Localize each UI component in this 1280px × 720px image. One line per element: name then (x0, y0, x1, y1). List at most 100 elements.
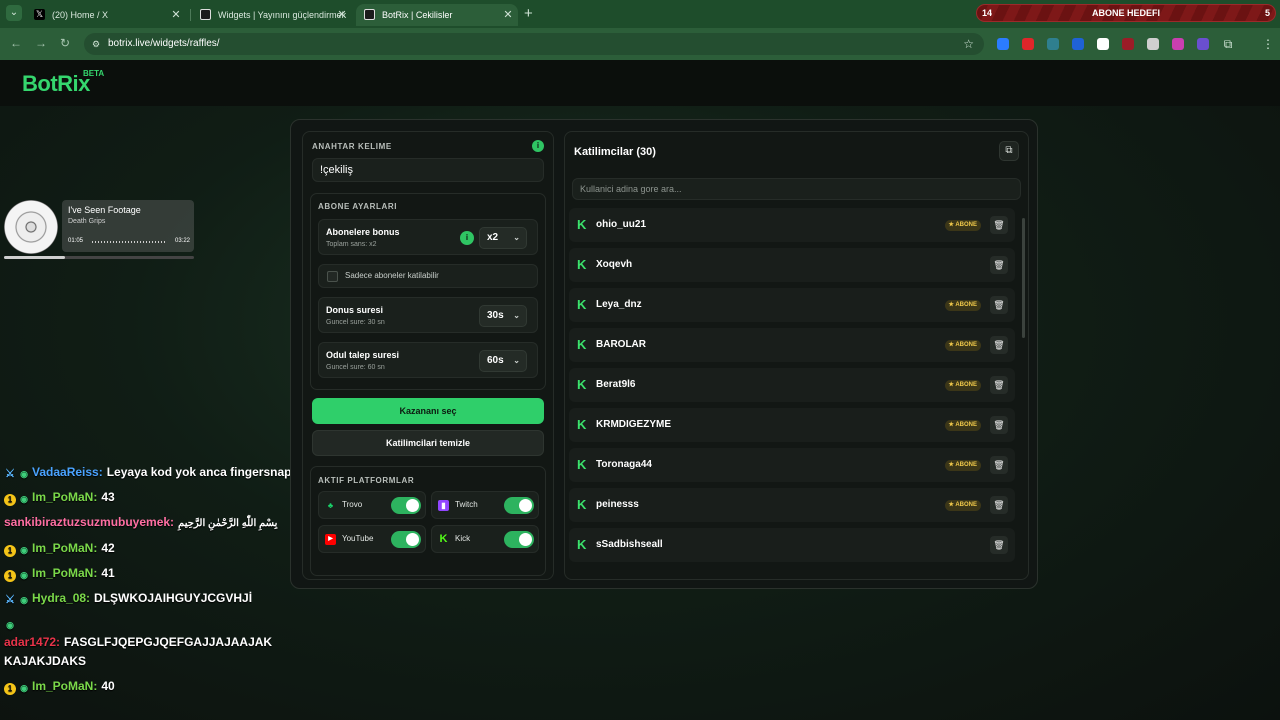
subscriber-badge: ★ ABONE (944, 340, 981, 351)
participant-row[interactable]: K BAROLAR ★ ABONE 🗑 (569, 328, 1015, 362)
back-icon[interactable]: ← (10, 36, 22, 50)
chat-text: بِسْمِ اللّٰهِ الرَّحْمٰنِ الرَّحِيمِ (178, 518, 278, 529)
participant-list-scrollbar[interactable] (1022, 218, 1025, 338)
participant-name: peinesss (596, 499, 639, 510)
participant-name: Leya_dnz (596, 299, 642, 310)
address-bar-row: ← → ↻ ⚙ botrix.live/widgets/raffles/ ☆ (0, 28, 1280, 60)
pick-winner-button[interactable]: Kazananı seç (312, 398, 544, 424)
extension-icon[interactable] (1022, 38, 1034, 50)
participant-row[interactable]: K Toronaga44 ★ ABONE 🗑 (569, 448, 1015, 482)
delete-participant-icon[interactable]: 🗑 (990, 536, 1008, 554)
chat-text: 40 (101, 679, 115, 693)
close-tab-icon[interactable]: ✕ (502, 4, 514, 26)
chat-message: ◉ adar1472: FASGLFJQEPGJQEFGAJJAJAAJAK KAJ… (4, 614, 304, 671)
subscriber-settings: ABONE AYARLARI Abonelere bonus Toplam sa… (310, 193, 546, 390)
delete-participant-icon[interactable]: 🗑 (990, 336, 1008, 354)
forward-icon[interactable]: → (35, 36, 47, 50)
extensions-puzzle-icon[interactable]: ⧉ (1222, 38, 1234, 50)
delete-participant-icon[interactable]: 🗑 (990, 296, 1008, 314)
kick-icon: K (577, 417, 587, 432)
keyword-input[interactable]: !çekiliş (312, 158, 544, 182)
bonus-time-select[interactable]: 30s ⌄ (479, 305, 527, 327)
youtube-toggle[interactable] (391, 531, 421, 548)
page: BotRix BETA I've Seen Footage Death Grip… (0, 60, 1280, 720)
participant-search-input[interactable]: Kullanici adina gore ara... (572, 178, 1021, 200)
platform-kick: K Kick (431, 525, 539, 553)
clear-participants-button[interactable]: Katilimcilari temizle (312, 430, 544, 456)
reload-icon[interactable]: ↻ (60, 36, 70, 50)
chat-username: Im_PoMaN: (32, 541, 98, 555)
bookmark-star-icon[interactable]: ☆ (963, 33, 974, 55)
extension-icon[interactable] (1097, 38, 1109, 50)
platform-name: YouTube (342, 534, 374, 543)
tab-botrix-raffles[interactable]: BotRix | Cekilisler ✕ (356, 4, 518, 26)
kick-toggle[interactable] (504, 531, 534, 548)
subscriber-badge: ★ ABONE (944, 220, 981, 231)
track-card: I've Seen Footage Death Grips 01:05 03:2… (62, 200, 194, 252)
info-icon[interactable]: i (460, 231, 474, 245)
close-tab-icon[interactable]: ✕ (336, 4, 348, 26)
delete-participant-icon[interactable]: 🗑 (990, 456, 1008, 474)
participant-name: Toronaga44 (596, 459, 652, 470)
subscriber-settings-label: ABONE AYARLARI (318, 202, 398, 211)
goal-target: 5 (1264, 8, 1270, 18)
subscriber-badge-label: ABONE (955, 422, 977, 428)
delete-participant-icon[interactable]: 🗑 (990, 216, 1008, 234)
participant-row[interactable]: Kpeinesss ★ ABONE 🗑 (569, 488, 1015, 522)
extension-icon[interactable] (1147, 38, 1159, 50)
eye-badge-icon: ◉ (6, 620, 14, 630)
extension-icon[interactable] (1122, 38, 1134, 50)
participant-row[interactable]: K Xoqevh 🗑 (569, 248, 1015, 282)
new-tab-icon[interactable]: + (524, 5, 533, 22)
delete-participant-icon[interactable]: 🗑 (990, 376, 1008, 394)
chat-message: ⚔ ◉ Hydra_08: DLŞWKOJAIHGUYJCGVHJİ (4, 589, 304, 608)
chat-username: Im_PoMaN: (32, 679, 98, 693)
extension-icon[interactable] (1197, 38, 1209, 50)
participant-row[interactable]: K Leya_dnz ★ ABONE 🗑 (569, 288, 1015, 322)
extension-icon[interactable] (1047, 38, 1059, 50)
delete-participant-icon[interactable]: 🗑 (990, 416, 1008, 434)
info-icon[interactable]: i (532, 140, 544, 152)
botrix-favicon-icon (200, 9, 211, 20)
copy-icon[interactable]: ⧉ (999, 141, 1019, 161)
extension-icon[interactable] (997, 38, 1009, 50)
toggle-knob (406, 499, 419, 512)
one-badge-icon: 1 (4, 545, 16, 557)
participants-panel: Katilimcilar (30) ⧉ Kullanici adina gore… (564, 131, 1029, 580)
participant-row[interactable]: KsSadbishseall 🗑 (569, 528, 1015, 562)
subscriber-bonus-select[interactable]: x2 ⌄ (479, 227, 527, 249)
claim-time-select[interactable]: 60s ⌄ (479, 350, 527, 372)
trovo-toggle[interactable] (391, 497, 421, 514)
browser-menu-icon[interactable]: ⋮ (1262, 38, 1274, 50)
only-subscribers-checkbox[interactable] (327, 271, 338, 282)
kick-icon: K (577, 457, 587, 472)
subscriber-badge-label: ABONE (955, 382, 977, 388)
botrix-favicon-icon (364, 9, 375, 20)
tab-search-icon[interactable]: ⌄ (6, 5, 22, 21)
only-subscribers-row[interactable]: Sadece aboneler katilabilir (318, 264, 538, 288)
delete-participant-icon[interactable]: 🗑 (990, 256, 1008, 274)
platform-name: Twitch (455, 500, 478, 509)
tab-x-home[interactable]: 𝕏 (20) Home / X ✕ (26, 4, 186, 26)
twitch-toggle[interactable] (504, 497, 534, 514)
eye-badge-icon: ◉ (20, 683, 28, 693)
close-tab-icon[interactable]: ✕ (170, 4, 182, 26)
eye-badge-icon: ◉ (20, 570, 28, 580)
participant-row[interactable]: K Berat9l6 ★ ABONE 🗑 (569, 368, 1015, 402)
delete-participant-icon[interactable]: 🗑 (990, 496, 1008, 514)
extension-icon[interactable] (1172, 38, 1184, 50)
chat-username: adar1472: (4, 635, 61, 649)
select-value: 30s (487, 310, 504, 321)
chat-username: Im_PoMaN: (32, 566, 98, 580)
url-input[interactable]: ⚙ botrix.live/widgets/raffles/ ☆ (84, 33, 984, 55)
extension-icon[interactable] (1072, 38, 1084, 50)
raffle-settings-panel: ANAHTAR KELIME i !çekiliş ABONE AYARLARI… (302, 131, 554, 580)
chat-username: VadaaReiss: (32, 465, 103, 479)
site-info-icon[interactable]: ⚙ (92, 33, 100, 55)
subscriber-badge: ★ ABONE (944, 420, 981, 431)
participant-row[interactable]: Kohio_uu21 ★ ABONE 🗑 (569, 208, 1015, 242)
botrix-logo[interactable]: BotRix (22, 71, 90, 97)
participant-row[interactable]: K KRMDIGEZYME ★ ABONE 🗑 (569, 408, 1015, 442)
tab-widgets[interactable]: Widgets | Yayınını güçlendirmek ✕ (192, 4, 352, 26)
one-badge-icon: 1 (4, 494, 16, 506)
